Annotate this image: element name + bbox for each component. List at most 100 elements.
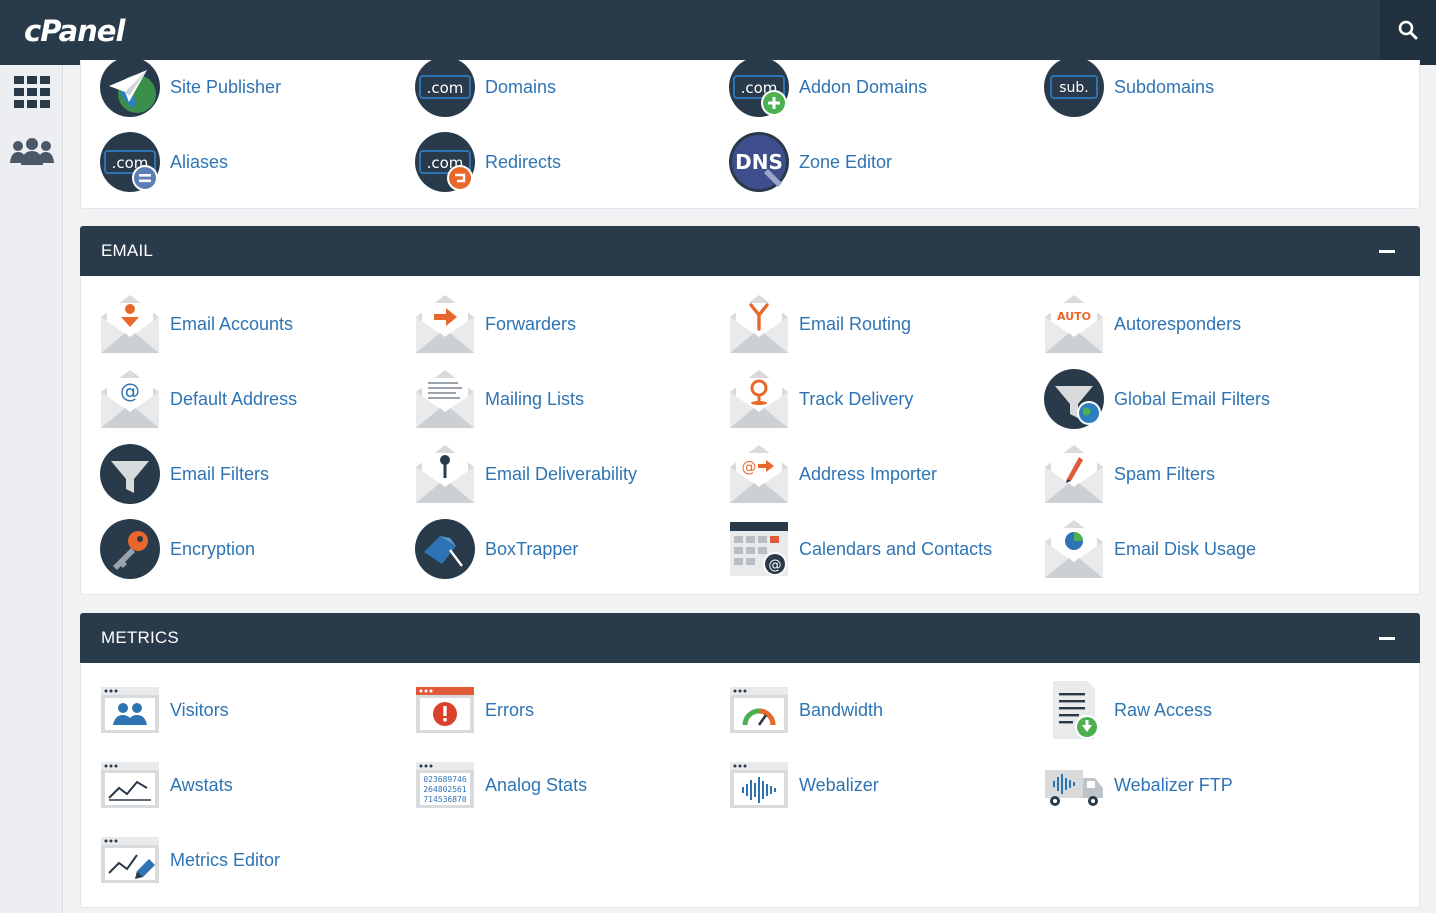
email-routing-label: Email Routing xyxy=(799,313,912,334)
encryption-link[interactable]: Encryption xyxy=(99,518,255,580)
metrics-editor-icon xyxy=(99,829,161,891)
webalizer-ftp-link[interactable]: Webalizer FTP xyxy=(1043,754,1233,816)
autoresponders-label: Autoresponders xyxy=(1114,313,1242,334)
raw-access-link[interactable]: Raw Access xyxy=(1043,679,1212,741)
zone-editor-icon: DNS xyxy=(728,131,790,193)
email-disk-usage-link[interactable]: Email Disk Usage xyxy=(1043,518,1256,580)
analog-stats-icon: 023689746 264802561 714536870 xyxy=(414,754,476,816)
webalizer-icon xyxy=(728,754,790,816)
email-accounts-label: Email Accounts xyxy=(170,313,294,334)
svg-text:sub.: sub. xyxy=(1059,80,1089,96)
calendars-contacts-link[interactable]: @ Calendars and Contacts xyxy=(728,518,992,580)
bandwidth-link[interactable]: Bandwidth xyxy=(728,679,883,741)
email-accounts-link[interactable]: Email Accounts xyxy=(99,293,293,355)
email-collapse-icon[interactable] xyxy=(1379,250,1395,253)
grid-icon xyxy=(13,75,50,113)
addon-domains-link[interactable]: .com Addon Domains xyxy=(728,56,927,118)
errors-link[interactable]: Errors xyxy=(414,679,534,741)
svg-text:023689746: 023689746 xyxy=(423,775,467,784)
email-disk-usage-icon xyxy=(1043,518,1105,580)
global-email-filters-label: Global Email Filters xyxy=(1114,388,1271,409)
boxtrapper-label: BoxTrapper xyxy=(485,538,579,559)
webalizer-label: Webalizer xyxy=(799,774,879,795)
awstats-link[interactable]: Awstats xyxy=(99,754,233,816)
svg-text:@: @ xyxy=(120,379,140,403)
encryption-label: Encryption xyxy=(170,538,256,559)
domains-icon: .com xyxy=(414,56,476,118)
forwarders-link[interactable]: Forwarders xyxy=(414,293,576,355)
svg-text:AUTO: AUTO xyxy=(1057,310,1091,323)
raw-access-label: Raw Access xyxy=(1114,699,1213,720)
email-filters-icon xyxy=(99,443,161,505)
aliases-label: Aliases xyxy=(170,151,229,172)
users-icon xyxy=(9,137,54,171)
boxtrapper-link[interactable]: BoxTrapper xyxy=(414,518,578,580)
email-section-title: EMAIL xyxy=(101,241,154,260)
address-importer-link[interactable]: @ Address Importer xyxy=(728,443,937,505)
addon-domains-icon: .com xyxy=(728,56,790,118)
default-address-icon: @ xyxy=(99,368,161,430)
raw-access-icon xyxy=(1043,679,1105,741)
sidebar-item-users[interactable] xyxy=(0,127,63,181)
mailing-lists-icon xyxy=(414,368,476,430)
track-delivery-link[interactable]: Track Delivery xyxy=(728,368,913,430)
redirects-icon: .com xyxy=(414,131,476,193)
email-deliverability-link[interactable]: Email Deliverability xyxy=(414,443,637,505)
spam-filters-link[interactable]: Spam Filters xyxy=(1043,443,1215,505)
metrics-section-header[interactable]: METRICS xyxy=(80,613,1420,663)
default-address-link[interactable]: @ Default Address xyxy=(99,368,297,430)
webalizer-ftp-label: Webalizer FTP xyxy=(1114,774,1233,795)
metrics-collapse-icon[interactable] xyxy=(1379,637,1395,640)
svg-text:264802561: 264802561 xyxy=(423,785,467,794)
site-publisher-icon xyxy=(99,56,161,118)
email-filters-label: Email Filters xyxy=(170,463,270,484)
forwarders-label: Forwarders xyxy=(485,313,577,334)
metrics-editor-label: Metrics Editor xyxy=(170,849,281,870)
mailing-lists-link[interactable]: Mailing Lists xyxy=(414,368,584,430)
svg-text:DNS: DNS xyxy=(735,150,783,174)
search-button[interactable] xyxy=(1380,0,1436,65)
webalizer-ftp-icon xyxy=(1043,754,1105,816)
cpanel-logo[interactable]: cPanel xyxy=(24,14,125,48)
email-section: Email Accounts Forwarders Email Routing … xyxy=(80,276,1420,595)
zone-editor-label: Zone Editor xyxy=(799,151,893,172)
analog-stats-label: Analog Stats xyxy=(485,774,588,795)
errors-icon xyxy=(414,679,476,741)
autoresponders-icon: AUTO xyxy=(1043,293,1105,355)
svg-text:@: @ xyxy=(742,458,757,476)
email-disk-usage-label: Email Disk Usage xyxy=(1114,538,1257,559)
redirects-label: Redirects xyxy=(485,151,562,172)
subdomains-link[interactable]: sub. Subdomains xyxy=(1043,56,1214,118)
address-importer-label: Address Importer xyxy=(799,463,938,484)
metrics-editor-link[interactable]: Metrics Editor xyxy=(99,829,280,891)
email-routing-link[interactable]: Email Routing xyxy=(728,293,911,355)
search-icon xyxy=(1398,20,1418,45)
site-publisher-link[interactable]: Site Publisher xyxy=(99,56,281,118)
zone-editor-link[interactable]: DNS Zone Editor xyxy=(728,131,892,193)
aliases-link[interactable]: .com Aliases xyxy=(99,131,228,193)
autoresponders-link[interactable]: AUTO Autoresponders xyxy=(1043,293,1241,355)
track-delivery-label: Track Delivery xyxy=(799,388,914,409)
svg-text:.com: .com xyxy=(427,79,464,97)
mailing-lists-label: Mailing Lists xyxy=(485,388,585,409)
email-section-header[interactable]: EMAIL xyxy=(80,226,1420,276)
site-publisher-label: Site Publisher xyxy=(170,76,282,97)
webalizer-link[interactable]: Webalizer xyxy=(728,754,879,816)
domains-label: Domains xyxy=(485,76,557,97)
analog-stats-link[interactable]: 023689746 264802561 714536870 Analog Stats xyxy=(414,754,587,816)
redirects-link[interactable]: .com Redirects xyxy=(414,131,561,193)
calendars-contacts-label: Calendars and Contacts xyxy=(799,538,993,559)
email-filters-link[interactable]: Email Filters xyxy=(99,443,269,505)
domains-link[interactable]: .com Domains xyxy=(414,56,556,118)
visitors-label: Visitors xyxy=(170,699,229,720)
awstats-icon xyxy=(99,754,161,816)
calendars-contacts-icon: @ xyxy=(728,518,790,580)
global-email-filters-link[interactable]: Global Email Filters xyxy=(1043,368,1270,430)
email-deliverability-label: Email Deliverability xyxy=(485,463,638,484)
errors-label: Errors xyxy=(485,699,534,720)
spam-filters-label: Spam Filters xyxy=(1114,463,1216,484)
spam-filters-icon xyxy=(1043,443,1105,505)
sidebar-item-tools[interactable] xyxy=(0,67,63,121)
visitors-link[interactable]: Visitors xyxy=(99,679,229,741)
metrics-section: Visitors Errors Bandwidth Raw Access Aws… xyxy=(80,663,1420,908)
